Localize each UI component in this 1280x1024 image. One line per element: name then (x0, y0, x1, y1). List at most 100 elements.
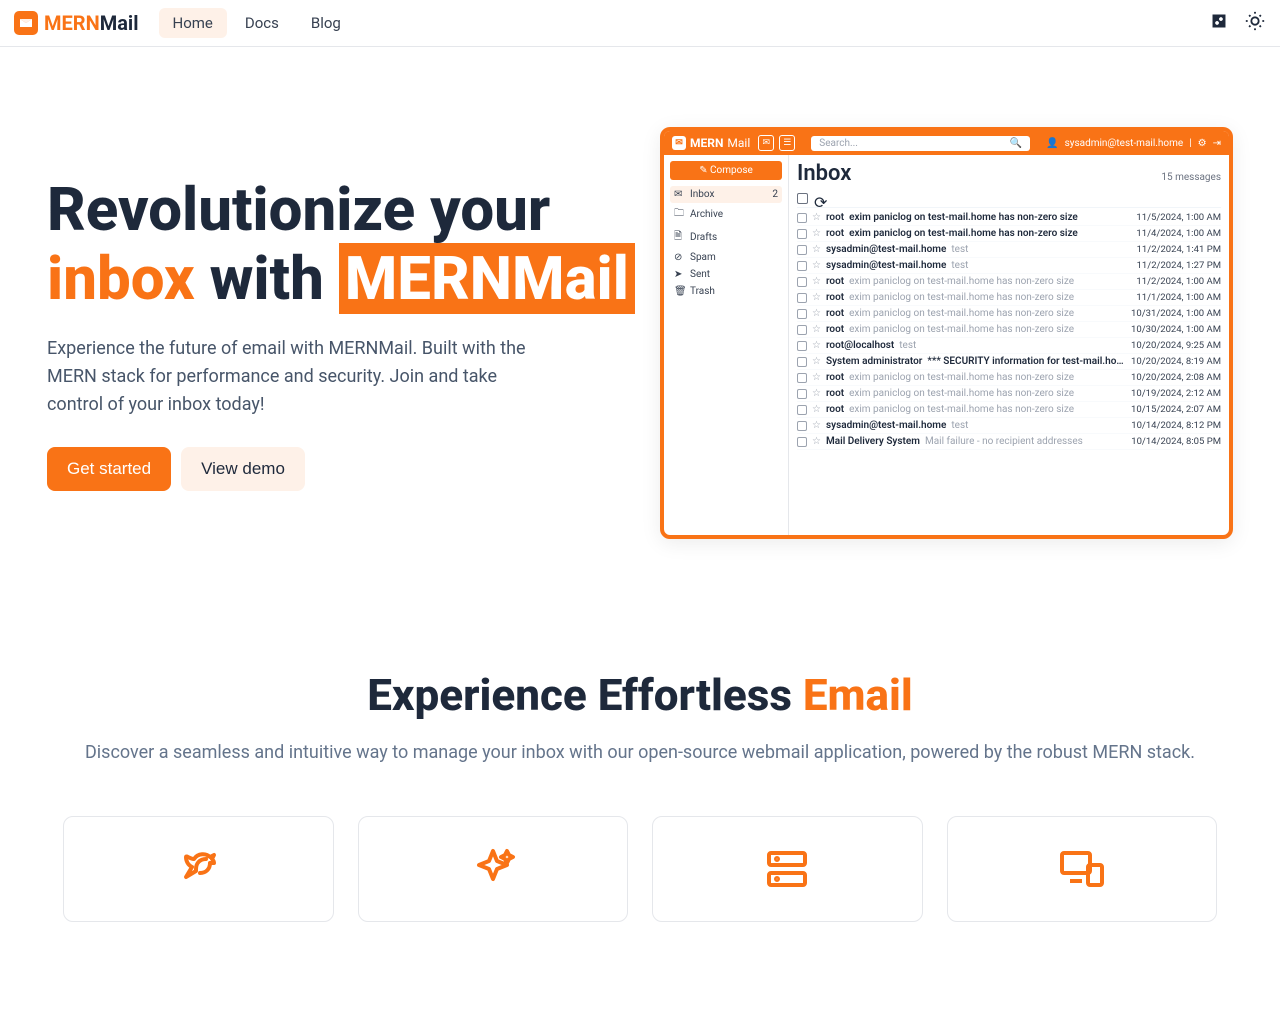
mock-message-row: ☆rootexim paniclog on test-mail.home has… (797, 226, 1221, 242)
message-date: 10/20/2024, 2:08 AM (1131, 372, 1221, 383)
message-sender: root (826, 228, 844, 239)
star-icon: ☆ (812, 308, 821, 319)
features-title-part2: Email (803, 669, 913, 721)
theme-toggle-icon[interactable] (1244, 10, 1266, 36)
star-icon: ☆ (812, 372, 821, 383)
star-icon: ☆ (812, 324, 821, 335)
hero-title-inbox: inbox (47, 243, 195, 314)
message-date: 10/30/2024, 1:00 AM (1131, 324, 1221, 335)
mock-envelope-icon (672, 136, 686, 150)
mock-message-row: ☆root@localhosttest10/20/2024, 9:25 AM (797, 338, 1221, 354)
message-subject: exim paniclog on test-mail.home has non-… (849, 404, 1126, 415)
hero-title-with: with (195, 243, 339, 314)
message-sender: root (826, 276, 844, 287)
message-subject: exim paniclog on test-mail.home has non-… (849, 228, 1131, 239)
checkbox-icon (797, 277, 807, 287)
mock-message-row: ☆rootexim paniclog on test-mail.home has… (797, 322, 1221, 338)
mock-folder-archive: Archive (670, 203, 782, 226)
mock-message-row: ☆sysadmin@test-mail.hometest11/2/2024, 1… (797, 258, 1221, 274)
message-subject: exim paniclog on test-mail.home has non-… (849, 388, 1126, 399)
message-date: 10/15/2024, 2:07 AM (1131, 404, 1221, 415)
mock-folder-inbox: Inbox 2 (670, 186, 782, 203)
message-subject: exim paniclog on test-mail.home has non-… (849, 292, 1131, 303)
folder-label: Spam (674, 252, 716, 263)
checkbox-icon (797, 325, 807, 335)
mock-folder-trash: Trash (670, 283, 782, 300)
message-date: 11/1/2024, 1:00 AM (1136, 292, 1221, 303)
message-date: 10/20/2024, 8:19 AM (1131, 356, 1221, 367)
nav-docs[interactable]: Docs (231, 8, 293, 38)
checkbox-icon (797, 405, 807, 415)
mock-user-email: sysadmin@test-mail.home (1065, 138, 1184, 149)
message-sender: root (826, 212, 844, 223)
mock-message-row: ☆rootexim paniclog on test-mail.home has… (797, 386, 1221, 402)
checkbox-icon (797, 341, 807, 351)
hero-subtitle: Experience the future of email with MERN… (47, 335, 537, 419)
star-icon: ☆ (812, 356, 821, 367)
mock-folder-drafts: Drafts (670, 226, 782, 249)
folder-label: Inbox (674, 189, 714, 200)
hero-content: Revolutionize your inbox with MERNMail E… (47, 175, 640, 491)
star-icon: ☆ (812, 436, 821, 447)
star-icon: ☆ (812, 292, 821, 303)
message-sender: root (826, 324, 844, 335)
message-date: 10/14/2024, 8:12 PM (1131, 420, 1221, 431)
sparkle-icon (469, 845, 517, 893)
star-icon: ☆ (812, 212, 821, 223)
mock-message-row: ☆rootexim paniclog on test-mail.home has… (797, 402, 1221, 418)
mock-search-placeholder: Search... (819, 138, 858, 149)
message-sender: root (826, 292, 844, 303)
message-sender: root (826, 372, 844, 383)
checkbox-icon (797, 213, 807, 223)
checkbox-icon (797, 389, 807, 399)
folder-badge: 2 (772, 189, 778, 200)
mock-message-row: ☆ root exim paniclog on test-mail.home has… (797, 290, 1221, 306)
mock-body: ✎ Compose Inbox2ArchiveDraftsSpamSentTra… (664, 155, 1229, 535)
feature-cards (63, 816, 1217, 922)
brand-logo[interactable]: MERNMail (14, 11, 139, 35)
checkbox-icon (797, 293, 807, 303)
git-icon[interactable] (1208, 10, 1230, 36)
message-date: 11/2/2024, 1:41 PM (1137, 244, 1221, 255)
features-title: Experience Effortless Email (63, 669, 1217, 721)
mock-main: Inbox 15 messages ⟳ ☆rootexim paniclog o… (789, 155, 1229, 535)
nav-blog[interactable]: Blog (297, 8, 355, 38)
mock-message-row: ☆ root exim paniclog on test-mail.home has… (797, 274, 1221, 290)
mock-search-input: Search... 🔍 (811, 136, 1030, 151)
mock-toolbar: ⟳ (797, 190, 1221, 208)
divider: | (1189, 138, 1191, 149)
hero-title-brand: MERNMail (339, 243, 635, 314)
message-date: 11/5/2024, 1:00 AM (1136, 212, 1221, 223)
message-subject: test (899, 340, 1126, 351)
checkbox-icon (797, 437, 807, 447)
checkbox-icon (797, 245, 807, 255)
star-icon: ☆ (812, 276, 821, 287)
mock-message-row: ☆sysadmin@test-mail.hometest10/14/2024, … (797, 418, 1221, 434)
mock-mail-view-icon: ✉ (758, 135, 774, 151)
mock-message-row: ☆rootexim paniclog on test-mail.home has… (797, 306, 1221, 322)
message-sender: sysadmin@test-mail.home (826, 260, 946, 271)
folder-label: Trash (674, 286, 715, 297)
checkbox-icon (797, 229, 807, 239)
feature-card-2 (358, 816, 629, 922)
message-sender: root (826, 308, 844, 319)
mock-topbar: MERNMail ✉ ☰ Search... 🔍 👤 sysadmin@test… (664, 131, 1229, 155)
folder-label: Sent (674, 269, 710, 280)
mock-sidebar: ✎ Compose Inbox2ArchiveDraftsSpamSentTra… (664, 155, 789, 535)
mock-view-icons: ✉ ☰ (758, 135, 795, 151)
checkbox-icon (797, 193, 808, 204)
settings-icon: ⚙ (1198, 138, 1207, 149)
message-subject: exim paniclog on test-mail.home has non-… (849, 276, 1131, 287)
message-subject: Mail failure - no recipient addresses (925, 436, 1126, 447)
nav-home[interactable]: Home (159, 8, 227, 38)
folder-label: Drafts (674, 229, 717, 246)
get-started-button[interactable]: Get started (47, 447, 171, 491)
mock-brand-mail: Mail (727, 136, 750, 150)
site-header: MERNMail Home Docs Blog (0, 0, 1280, 47)
features-section: Experience Effortless Email Discover a s… (35, 669, 1245, 922)
message-sender: root (826, 404, 844, 415)
checkbox-icon (797, 421, 807, 431)
view-demo-button[interactable]: View demo (181, 447, 305, 491)
checkbox-icon (797, 261, 807, 271)
star-icon: ☆ (812, 340, 821, 351)
